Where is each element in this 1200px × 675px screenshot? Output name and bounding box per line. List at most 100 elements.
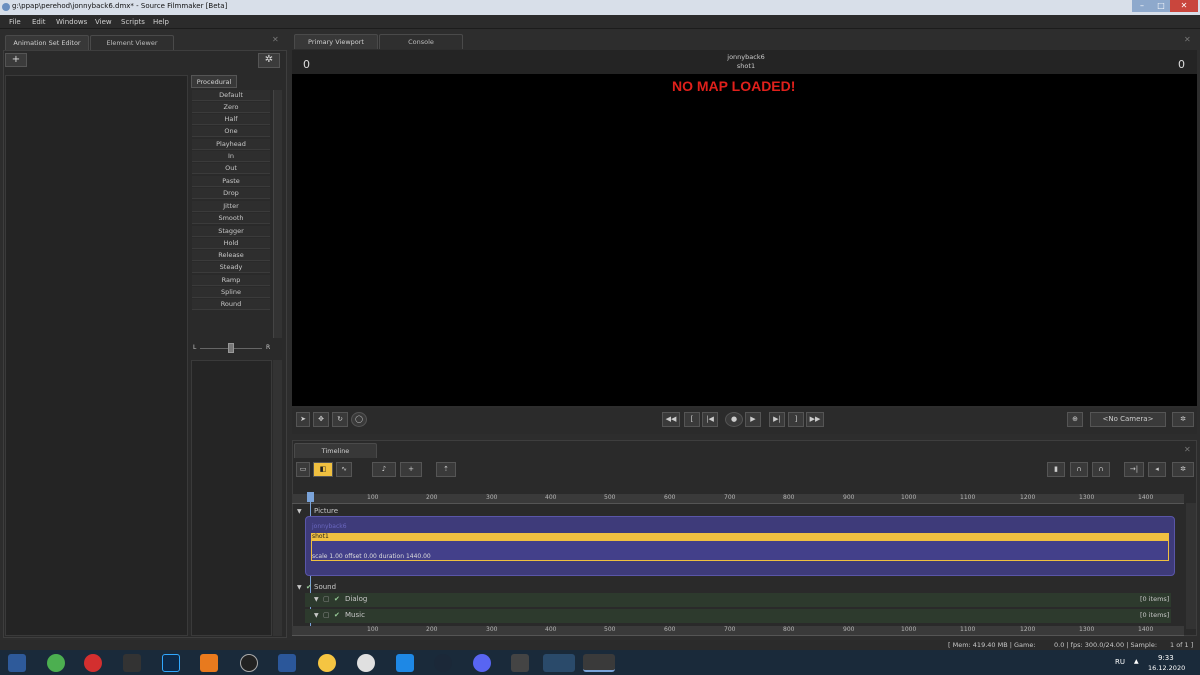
playhead-marker[interactable]	[307, 492, 314, 502]
settings-gear-icon[interactable]: ✲	[258, 53, 280, 68]
sfm-taskbar-icon[interactable]	[583, 654, 615, 672]
steam-icon[interactable]	[434, 654, 452, 672]
proc-smooth[interactable]: Smooth	[192, 213, 270, 224]
timeline-scrollbar[interactable]	[1186, 503, 1196, 629]
proc-playhead[interactable]: Playhead	[192, 139, 270, 150]
check-icon[interactable]: ✔	[306, 583, 312, 591]
control-list[interactable]	[191, 360, 272, 636]
crosshair-icon[interactable]: ⊕	[1067, 412, 1083, 427]
scale-tool-icon[interactable]: ◯	[351, 412, 367, 427]
track-row-dialog[interactable]	[305, 593, 1171, 607]
timeline-settings-gear-icon[interactable]: ✲	[1172, 462, 1194, 477]
proc-jitter[interactable]: Jitter	[192, 201, 270, 212]
shot-clip-body[interactable]	[311, 541, 1169, 561]
vscode-icon[interactable]	[396, 654, 414, 672]
viewport-settings-gear-icon[interactable]: ✲	[1172, 412, 1194, 427]
clip-editor-icon[interactable]: ▭	[296, 462, 310, 477]
tab-primary-viewport[interactable]: Primary Viewport	[294, 34, 378, 49]
proc-default[interactable]: Default	[192, 90, 270, 101]
shot-clip-header[interactable]	[311, 533, 1169, 541]
pinwheel-icon[interactable]	[357, 654, 375, 672]
tab-element-viewer[interactable]: Element Viewer	[90, 35, 174, 50]
tab-procedural[interactable]: Procedural	[191, 75, 237, 88]
close-button[interactable]: ✕	[1170, 0, 1198, 12]
check-icon[interactable]: ✔	[334, 611, 340, 619]
balance-slider-handle[interactable]	[228, 343, 234, 353]
viewport-close-icon[interactable]: ✕	[1184, 35, 1191, 44]
nox-icon[interactable]	[123, 654, 141, 672]
proc-spline[interactable]: Spline	[192, 287, 270, 298]
animation-set-list[interactable]	[5, 75, 188, 636]
proc-zero[interactable]: Zero	[192, 102, 270, 113]
camera-select[interactable]: <No Camera>	[1090, 412, 1166, 427]
add-track-icon[interactable]: ♪	[372, 462, 396, 477]
proc-round[interactable]: Round	[192, 299, 270, 310]
windows-start-icon[interactable]	[8, 654, 26, 672]
clock-date[interactable]: 16.12.2020	[1148, 664, 1185, 672]
tab-console[interactable]: Console	[379, 34, 463, 49]
next-frame-icon[interactable]: ▶|	[769, 412, 785, 427]
panel-close-icon[interactable]: ✕	[272, 35, 279, 44]
track-row-music[interactable]	[305, 609, 1171, 623]
clock-time[interactable]: 9:33	[1158, 654, 1174, 662]
minimize-button[interactable]: –	[1132, 0, 1152, 12]
check-icon[interactable]: ✔	[334, 595, 340, 603]
lock-icon[interactable]: ▮	[1047, 462, 1065, 477]
discord-icon[interactable]	[473, 654, 491, 672]
language-indicator[interactable]: RU	[1115, 658, 1125, 666]
unity-icon[interactable]	[511, 654, 529, 672]
play-icon[interactable]: ▶	[745, 412, 761, 427]
snap-icon[interactable]: ∩	[1092, 462, 1110, 477]
track-options-icon[interactable]: ⇡	[436, 462, 456, 477]
mark-out-icon[interactable]: ]	[788, 412, 804, 427]
magnet-icon[interactable]: ∩	[1070, 462, 1088, 477]
primary-viewport[interactable]	[292, 50, 1197, 406]
chrome-icon[interactable]	[47, 654, 65, 672]
move-tool-icon[interactable]: ✥	[313, 412, 329, 427]
proc-stagger[interactable]: Stagger	[192, 226, 270, 237]
add-animation-set-button[interactable]: +	[5, 53, 27, 67]
word-icon[interactable]	[278, 654, 296, 672]
steam-active-icon[interactable]	[543, 654, 575, 672]
tab-timeline[interactable]: Timeline	[294, 443, 377, 458]
tray-chevron-icon[interactable]: ▲	[1134, 658, 1139, 665]
maximize-button[interactable]: □	[1152, 0, 1170, 12]
collapse-arrow-icon[interactable]: ▼	[314, 612, 319, 619]
control-scrollbar[interactable]	[273, 360, 282, 636]
menu-edit[interactable]: Edit	[32, 18, 46, 26]
menu-windows[interactable]: Windows	[56, 18, 87, 26]
timeline-ruler-top[interactable]: 100 200 300 400 500 600 700 800 900 1000…	[292, 494, 1184, 504]
lock-icon[interactable]: ▢	[323, 595, 330, 603]
proc-paste[interactable]: Paste	[192, 176, 270, 187]
fast-forward-icon[interactable]: ▶▶	[806, 412, 824, 427]
proc-hold[interactable]: Hold	[192, 238, 270, 249]
proc-one[interactable]: One	[192, 126, 270, 137]
tab-animation-set-editor[interactable]: Animation Set Editor	[5, 35, 89, 50]
proc-out[interactable]: Out	[192, 163, 270, 174]
mark-in-icon[interactable]: [	[684, 412, 700, 427]
app-icon-orange[interactable]	[200, 654, 218, 672]
menu-view[interactable]: View	[95, 18, 112, 26]
lock-icon[interactable]: ▢	[323, 611, 330, 619]
add-clip-button[interactable]: +	[400, 462, 422, 477]
photoshop-icon[interactable]	[162, 654, 180, 672]
collapse-arrow-icon[interactable]: ▼	[314, 596, 319, 603]
record-icon[interactable]: ●	[725, 412, 743, 427]
rotate-tool-icon[interactable]: ↻	[332, 412, 348, 427]
volume-icon[interactable]: ◂	[1148, 462, 1166, 477]
obs-icon[interactable]	[240, 654, 258, 672]
proc-release[interactable]: Release	[192, 250, 270, 261]
collapse-arrow-icon[interactable]: ▼	[297, 584, 302, 591]
jump-end-icon[interactable]: →|	[1124, 462, 1144, 477]
menu-file[interactable]: File	[9, 18, 21, 26]
prev-frame-icon[interactable]: |◀	[702, 412, 718, 427]
proc-steady[interactable]: Steady	[192, 262, 270, 273]
proc-drop[interactable]: Drop	[192, 188, 270, 199]
motion-editor-icon[interactable]: ◧	[313, 462, 333, 477]
proc-half[interactable]: Half	[192, 114, 270, 125]
rewind-icon[interactable]: ◀◀	[662, 412, 680, 427]
timeline-ruler-bottom[interactable]: 100 200 300 400 500 600 700 800 900 1000…	[292, 626, 1184, 636]
proc-in[interactable]: In	[192, 151, 270, 162]
procedural-scrollbar[interactable]	[273, 90, 282, 338]
opera-icon[interactable]	[84, 654, 102, 672]
